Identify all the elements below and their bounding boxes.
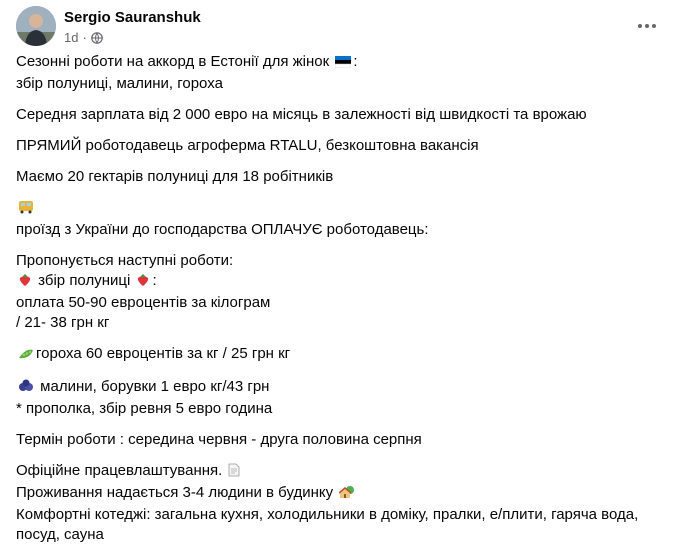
house-with-garden-icon <box>338 485 355 505</box>
post-line: оплата 50-90 евроцентів за кілограм <box>16 294 271 311</box>
avatar-photo-icon <box>16 6 56 46</box>
strawberry-icon <box>18 273 32 293</box>
meta-separator: · <box>82 30 87 45</box>
post-line: збір полуниці <box>38 272 131 289</box>
post-timestamp[interactable]: 1d <box>64 30 78 45</box>
post-body: Сезонні роботи на аккорд в Естонії для ж… <box>16 52 666 556</box>
avatar[interactable] <box>16 6 56 46</box>
strawberry-icon <box>136 273 150 293</box>
post-line: Проживання надається 3-4 людини в будинк… <box>16 484 334 501</box>
more-options-icon[interactable] <box>629 8 665 44</box>
bus-icon <box>18 200 34 220</box>
document-icon <box>228 463 240 483</box>
post-line: Сезонні роботи на аккорд в Естонії для ж… <box>16 53 330 70</box>
post-header: Sergio Sauranshuk 1d · <box>16 6 665 50</box>
post-line: Маємо 20 гектарів полуниці для 18 робітн… <box>16 168 334 185</box>
post-line: малини, борувки 1 евро кг/43 грн <box>40 378 270 395</box>
post-line: Офіційне працевлаштування. <box>16 462 223 479</box>
post-line: ПРЯМИЙ роботодавець агроферма RTALU, без… <box>16 137 479 154</box>
post-line: Комфортні котеджі: загальна кухня, холод… <box>16 506 639 523</box>
pea-pod-icon <box>18 346 34 366</box>
post-line: Пропонується наступні роботи: <box>16 252 234 269</box>
post-line: проїзд з України до господарства ОПЛАЧУЄ… <box>16 221 429 238</box>
post-meta: 1d · <box>64 30 103 45</box>
estonia-flag-icon <box>335 54 352 74</box>
blueberries-icon <box>18 379 34 399</box>
author-name[interactable]: Sergio Sauranshuk <box>64 9 201 26</box>
post-line: Середня зарплата від 2 000 евро на місяц… <box>16 106 587 123</box>
post-line: гороха 60 евроцентів за кг / 25 грн кг <box>36 345 291 362</box>
post-line: посуд, сауна <box>16 526 104 543</box>
globe-icon[interactable] <box>91 31 103 44</box>
post-line: збір полуниці, малини, гороха <box>16 75 223 92</box>
post-line: / 21- 38 грн кг <box>16 314 110 331</box>
facebook-post: Sergio Sauranshuk 1d · Сезонні роботи на… <box>0 0 681 543</box>
post-line: * прополка, збір ревня 5 евро година <box>16 400 273 417</box>
post-line: Термін роботи : середина червня - друга … <box>16 431 422 448</box>
